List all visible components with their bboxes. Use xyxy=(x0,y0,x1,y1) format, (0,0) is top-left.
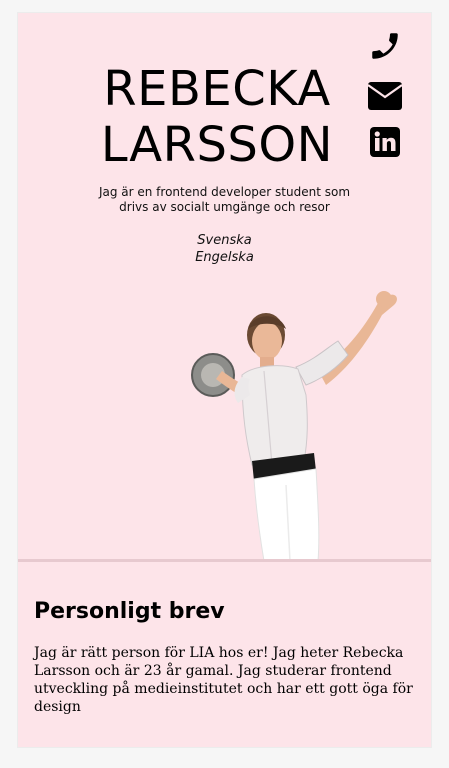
section-divider xyxy=(18,559,431,562)
language-item: Engelska xyxy=(195,250,254,265)
cover-letter-body: Jag är rätt person för LIA hos er! Jag h… xyxy=(34,645,413,715)
linkedin-icon[interactable] xyxy=(366,123,404,161)
envelope-icon[interactable] xyxy=(366,77,404,115)
profile-card: REBECKA LARSSON Jag är en frontend devel… xyxy=(17,12,432,748)
profile-photo xyxy=(191,291,397,561)
language-item: Svenska xyxy=(197,233,252,248)
hero-section: REBECKA LARSSON Jag är en frontend devel… xyxy=(18,13,431,561)
cover-letter-heading: Personligt brev xyxy=(34,599,225,624)
tagline: Jag är en frontend developer student som… xyxy=(98,185,351,214)
last-name: LARSSON xyxy=(100,117,334,173)
language-list: Svenska Engelska xyxy=(18,232,431,266)
first-name: REBECKA xyxy=(103,61,331,117)
phone-icon[interactable] xyxy=(366,27,404,65)
cover-letter-section: Personligt brev Jag är rätt person för L… xyxy=(34,598,415,716)
